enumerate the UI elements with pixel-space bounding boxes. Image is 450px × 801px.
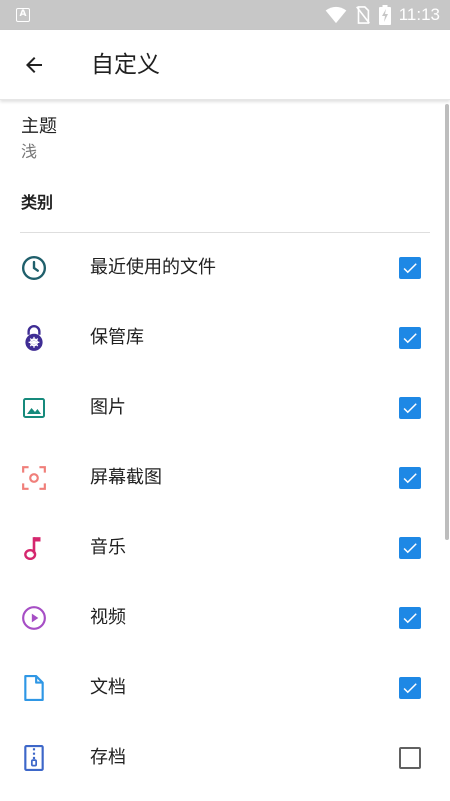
status-icons: 11:13 xyxy=(325,5,440,25)
category-item-archives[interactable]: 存档 xyxy=(0,723,440,793)
archive-icon xyxy=(20,744,48,772)
battery-charging-icon xyxy=(378,5,391,25)
clock-icon xyxy=(20,254,48,282)
category-label: 保管库 xyxy=(90,327,144,348)
scrollbar[interactable] xyxy=(445,104,449,540)
status-time: 11:13 xyxy=(398,5,440,24)
category-item-videos[interactable]: 视频 xyxy=(0,583,440,653)
category-label: 存档 xyxy=(90,747,126,768)
category-checkbox[interactable] xyxy=(399,747,421,769)
category-item-documents[interactable]: 文档 xyxy=(0,653,440,723)
category-label: 屏幕截图 xyxy=(90,467,162,488)
theme-setting[interactable]: 主题 浅 xyxy=(0,106,440,172)
category-label: 最近使用的文件 xyxy=(90,257,216,278)
image-icon xyxy=(20,394,48,422)
theme-label: 主题 xyxy=(21,116,57,137)
document-icon xyxy=(20,674,48,702)
back-button[interactable] xyxy=(16,47,52,83)
app-bar: 自定义 xyxy=(0,30,450,100)
category-checkbox[interactable] xyxy=(399,677,421,699)
arrow-back-icon xyxy=(26,57,42,73)
category-item-screenshots[interactable]: 屏幕截图 xyxy=(0,443,440,513)
category-item-music[interactable]: 音乐 xyxy=(0,513,440,583)
lock-icon xyxy=(20,324,48,352)
category-checkbox[interactable] xyxy=(399,607,421,629)
check-icon xyxy=(403,543,417,554)
category-item-recent[interactable]: 最近使用的文件 xyxy=(0,233,440,303)
category-label: 文档 xyxy=(90,677,126,698)
play-circle-icon xyxy=(20,604,48,632)
screenshot-icon xyxy=(20,464,48,492)
check-icon xyxy=(403,613,417,624)
check-icon xyxy=(403,473,417,484)
category-label: 图片 xyxy=(90,397,126,418)
a-notification-icon: A xyxy=(16,8,30,22)
category-checkbox[interactable] xyxy=(399,327,421,349)
category-item-vault[interactable]: 保管库 xyxy=(0,303,440,373)
no-sim-icon xyxy=(355,6,370,24)
status-bar: A 11:13 xyxy=(0,0,450,30)
categories-header: 类别 xyxy=(21,193,54,212)
music-note-icon xyxy=(20,534,48,562)
check-icon xyxy=(403,263,417,274)
theme-value: 浅 xyxy=(21,142,38,161)
category-checkbox[interactable] xyxy=(399,257,421,279)
category-label: 音乐 xyxy=(90,537,126,558)
check-icon xyxy=(403,683,417,694)
wifi-icon xyxy=(325,6,347,24)
category-label: 视频 xyxy=(90,607,126,628)
page-title: 自定义 xyxy=(91,52,160,78)
category-item-images[interactable]: 图片 xyxy=(0,373,440,443)
check-icon xyxy=(403,333,417,344)
category-checkbox[interactable] xyxy=(399,397,421,419)
check-icon xyxy=(403,403,417,414)
category-checkbox[interactable] xyxy=(399,467,421,489)
category-checkbox[interactable] xyxy=(399,537,421,559)
